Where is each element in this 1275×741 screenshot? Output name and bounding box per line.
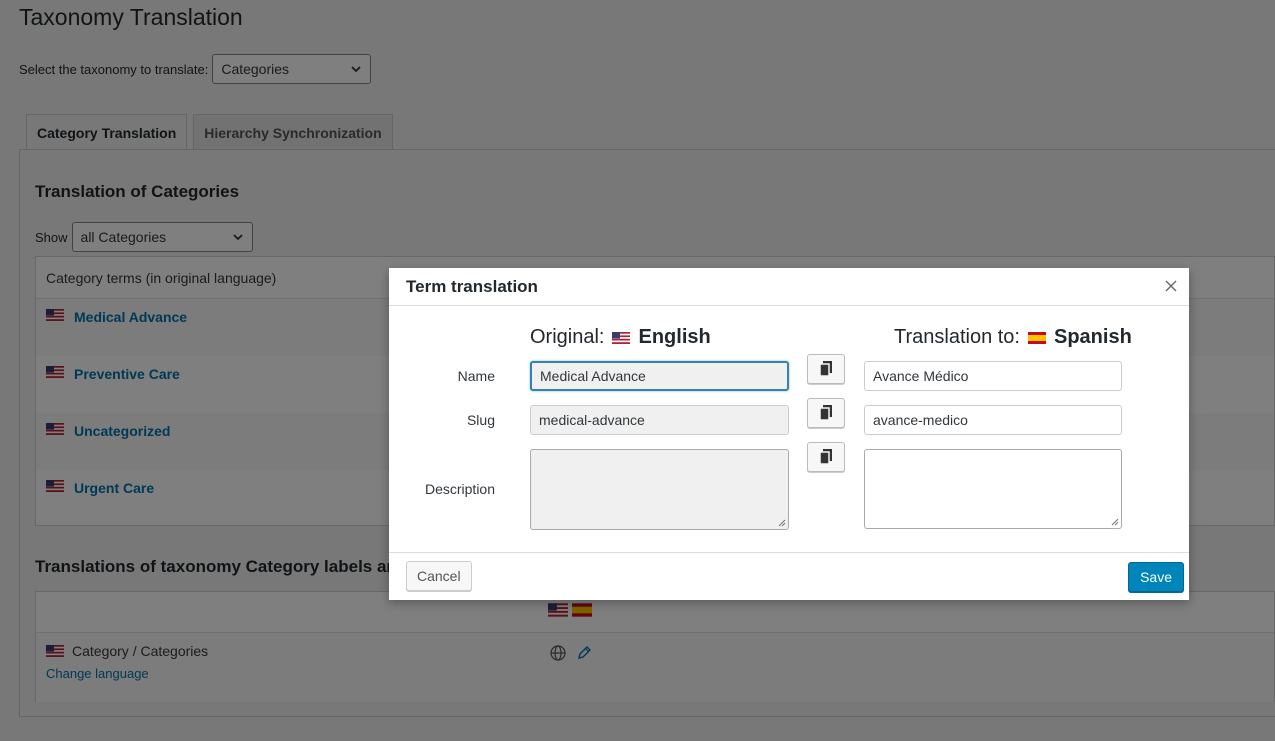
name-label: Name	[457, 368, 495, 384]
cancel-button[interactable]: Cancel	[406, 561, 472, 591]
translation-description-field[interactable]	[864, 449, 1122, 529]
term-translation-dialog: Term translation Original: English Trans…	[389, 268, 1189, 600]
copy-icon	[819, 361, 832, 377]
us-flag-icon	[612, 331, 631, 344]
translation-prefix: Translation to:	[894, 326, 1020, 348]
translation-slug-field[interactable]: avance-medico	[864, 405, 1122, 435]
dialog-title: Term translation	[406, 277, 538, 296]
translation-name-field[interactable]: Avance Médico	[864, 361, 1122, 391]
slug-label: Slug	[466, 412, 495, 428]
copy-name-button[interactable]	[807, 354, 845, 384]
copy-description-button[interactable]	[807, 442, 845, 472]
copy-icon	[819, 449, 832, 465]
close-icon[interactable]	[1163, 278, 1179, 294]
es-flag-icon	[1028, 331, 1046, 344]
save-button[interactable]: Save	[1128, 562, 1184, 592]
original-description-field[interactable]	[530, 449, 789, 530]
dialog-footer: Cancel Save	[389, 552, 1189, 600]
resize-grip-icon[interactable]	[778, 519, 786, 527]
original-name-field[interactable]: Medical Advance	[530, 361, 789, 391]
original-language: English	[638, 326, 711, 348]
original-language-heading: Original: English	[530, 326, 711, 349]
copy-icon	[819, 405, 832, 421]
original-slug-field[interactable]: medical-advance	[530, 405, 789, 435]
translation-language-heading: Translation to: Spanish	[894, 326, 1132, 349]
description-label: Description	[424, 481, 495, 497]
translation-language: Spanish	[1054, 326, 1132, 348]
copy-slug-button[interactable]	[807, 398, 845, 428]
resize-grip-icon[interactable]	[1111, 518, 1119, 526]
dialog-header: Term translation	[389, 268, 1189, 306]
original-prefix: Original:	[530, 326, 605, 348]
